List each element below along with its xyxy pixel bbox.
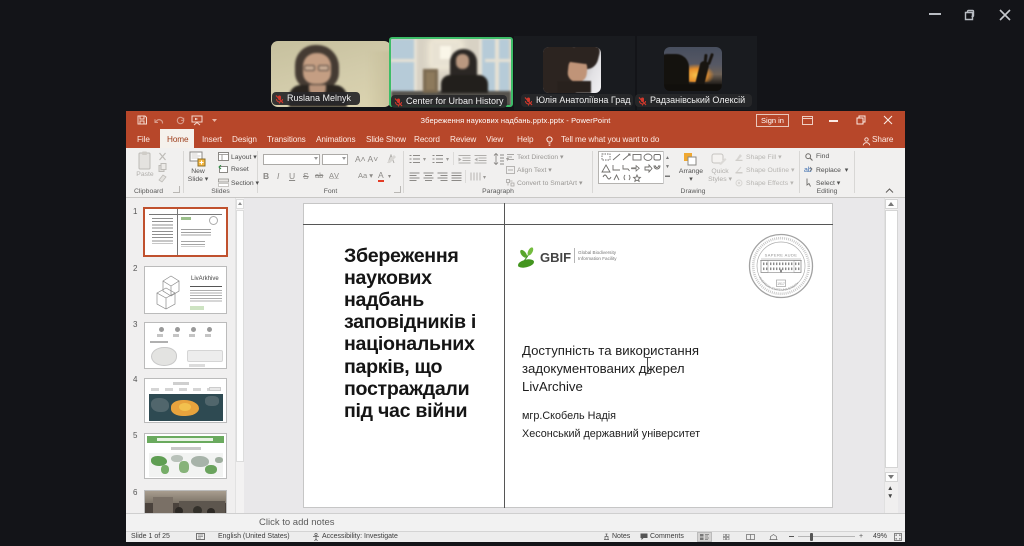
svg-text:1917: 1917	[777, 282, 785, 286]
svg-text:SAPERE AUDE: SAPERE AUDE	[765, 253, 798, 258]
